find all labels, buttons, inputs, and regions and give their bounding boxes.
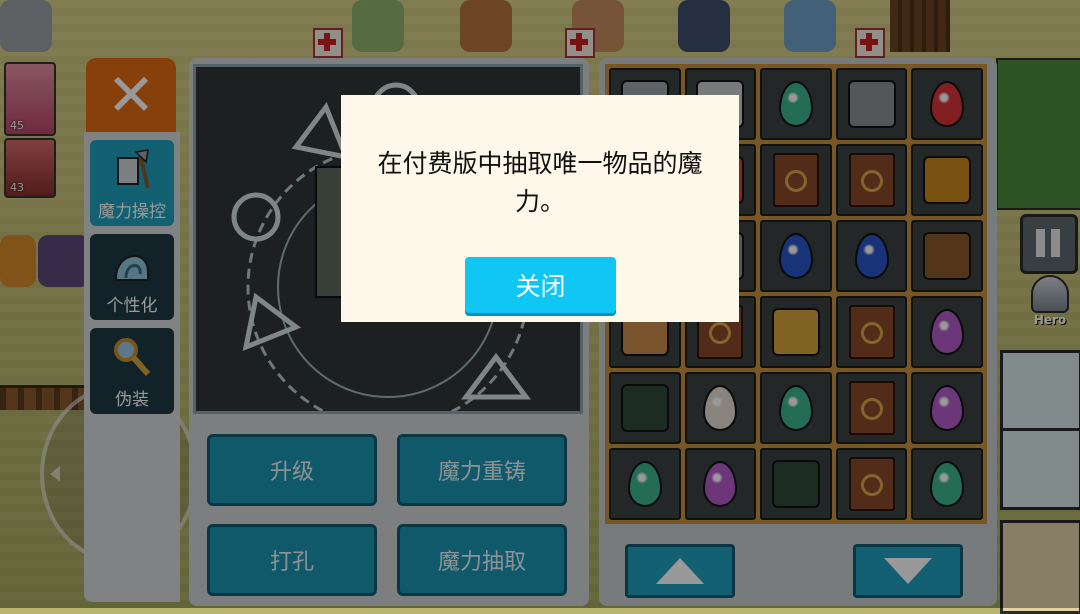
dialog-close-button[interactable]: 关闭 [465, 257, 616, 313]
dialog-message: 在付费版中抽取唯一物品的魔力。 [377, 149, 703, 216]
info-dialog: 在付费版中抽取唯一物品的魔力。 关闭 [341, 95, 739, 322]
